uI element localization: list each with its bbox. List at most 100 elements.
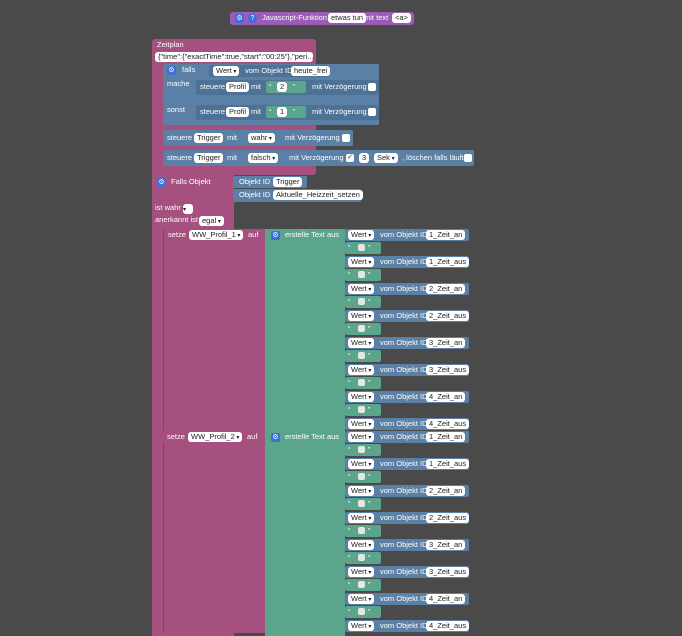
set-variable-block-2[interactable]: setze WW_Profil_2 auf xyxy=(163,431,267,443)
clear-running-checkbox[interactable] xyxy=(464,154,472,162)
object-value-block[interactable]: Wert vom Objekt ID 4_Zeit_an xyxy=(345,593,469,605)
empty-text-block[interactable]: “ ” xyxy=(345,404,381,416)
object-id-field[interactable]: 2_Zeit_aus xyxy=(426,513,470,523)
object-value-block[interactable]: Wert vom Objekt ID 3_Zeit_aus xyxy=(345,364,470,376)
control-trigger-false-block[interactable]: steuere Trigger mit falsch mit Verzögeru… xyxy=(163,150,474,166)
object-value-block[interactable]: Wert vom Objekt ID 4_Zeit_aus xyxy=(345,620,470,632)
object-id-field[interactable]: 2_Zeit_an xyxy=(426,284,466,294)
object-id-field[interactable]: 3_Zeit_an xyxy=(426,338,466,348)
object-id-trigger-block[interactable]: Objekt ID Trigger xyxy=(233,176,307,188)
object-id-heating-block[interactable]: Objekt ID Aktuelle_Heizzeit_setzen xyxy=(233,189,363,202)
object-id-field[interactable]: 3_Zeit_aus xyxy=(426,365,470,375)
object-id-field[interactable]: 3_Zeit_aus xyxy=(426,567,470,577)
value-dropdown[interactable]: Wert xyxy=(348,567,375,577)
object-value-block[interactable]: Wert vom Objekt ID 3_Zeit_an xyxy=(345,337,469,349)
is-true-dropdown[interactable] xyxy=(183,204,193,214)
variable-dropdown[interactable]: WW_Profil_2 xyxy=(188,432,243,442)
object-id-field[interactable]: 2_Zeit_an xyxy=(426,486,466,496)
object-value-block[interactable]: Wert vom Objekt ID 4_Zeit_aus xyxy=(345,418,470,430)
empty-text-block[interactable]: “ ” xyxy=(345,296,381,308)
object-id-field[interactable]: 4_Zeit_an xyxy=(426,594,466,604)
delay-checkbox[interactable] xyxy=(368,108,376,116)
variable-dropdown[interactable]: WW_Profil_1 xyxy=(189,230,244,240)
value-dropdown[interactable]: Wert xyxy=(348,594,375,604)
object-value-block[interactable]: Wert vom Objekt ID 2_Zeit_aus xyxy=(345,512,470,524)
text-field[interactable] xyxy=(358,406,365,413)
control-trigger-true-block[interactable]: steuere Trigger mit wahr mit Verzögerung xyxy=(163,130,353,146)
object-value-block[interactable]: Wert vom Objekt ID 4_Zeit_an xyxy=(345,391,469,403)
trigger-field[interactable]: Trigger xyxy=(194,153,224,163)
empty-text-block[interactable]: “ ” xyxy=(345,269,381,281)
function-name-field[interactable]: etwas tun xyxy=(328,13,367,23)
empty-text-block[interactable]: “ ” xyxy=(345,552,381,564)
text-field[interactable] xyxy=(358,244,365,251)
text-field[interactable] xyxy=(358,581,365,588)
object-value-block[interactable]: Wert vom Objekt ID 1_Zeit_aus xyxy=(345,458,470,470)
object-id-field[interactable]: 3_Zeit_an xyxy=(426,540,466,550)
text-field[interactable] xyxy=(358,527,365,534)
object-value-block[interactable]: Wert vom Objekt ID 3_Zeit_an xyxy=(345,539,469,551)
condition-block[interactable]: Wert vom Objekt ID heute_frei xyxy=(209,65,331,77)
text-field[interactable] xyxy=(358,271,365,278)
trigger-field[interactable]: Trigger xyxy=(194,133,224,143)
text-field[interactable] xyxy=(358,554,365,561)
value-dropdown[interactable]: Wert xyxy=(348,392,375,402)
empty-text-block[interactable]: “ ” xyxy=(345,444,381,456)
value-dropdown[interactable]: Wert xyxy=(348,419,375,429)
empty-text-block[interactable]: “ ” xyxy=(345,606,381,618)
acknowledged-dropdown[interactable]: egal xyxy=(199,216,224,226)
create-text-block-2[interactable]: ⚙ erstelle Text aus xyxy=(265,431,345,636)
text-field[interactable] xyxy=(358,352,365,359)
empty-text-block[interactable]: “ ” xyxy=(345,350,381,362)
object-id-field[interactable]: 4_Zeit_aus xyxy=(426,419,470,429)
empty-text-block[interactable]: “ ” xyxy=(345,377,381,389)
empty-text-block[interactable]: “ ” xyxy=(345,498,381,510)
text-field[interactable] xyxy=(358,379,365,386)
empty-text-block[interactable]: “ ” xyxy=(345,525,381,537)
delay-checkbox[interactable]: ✓ xyxy=(346,154,354,162)
help-icon[interactable]: ? xyxy=(248,14,257,23)
value-dropdown[interactable]: Wert xyxy=(348,459,375,469)
empty-text-block[interactable]: “ ” xyxy=(345,471,381,483)
value-dropdown[interactable]: Wert xyxy=(348,621,375,631)
empty-text-block[interactable]: “ ” xyxy=(345,579,381,591)
gear-icon[interactable]: ⚙ xyxy=(271,231,280,240)
value-dropdown[interactable]: Wert xyxy=(348,311,375,321)
object-id-field[interactable]: Trigger xyxy=(273,177,303,187)
bool-dropdown[interactable]: falsch xyxy=(248,153,279,163)
value-dropdown[interactable]: Wert xyxy=(348,338,375,348)
empty-text-block[interactable]: “ ” xyxy=(345,242,381,254)
bool-dropdown[interactable]: wahr xyxy=(248,133,275,143)
value-dropdown[interactable]: Wert xyxy=(348,284,375,294)
object-value-block[interactable]: Wert vom Objekt ID 1_Zeit_an xyxy=(345,431,469,443)
text-field[interactable] xyxy=(358,608,365,615)
value-dropdown[interactable]: Wert xyxy=(348,540,375,550)
object-value-block[interactable]: Wert vom Objekt ID 1_Zeit_aus xyxy=(345,256,470,268)
object-value-block[interactable]: Wert vom Objekt ID 2_Zeit_an xyxy=(345,485,469,497)
delay-unit-dropdown[interactable]: Sek xyxy=(374,153,398,163)
empty-text-block[interactable]: “ ” xyxy=(345,323,381,335)
text-field[interactable] xyxy=(358,298,365,305)
delay-checkbox[interactable] xyxy=(368,83,376,91)
delay-checkbox[interactable] xyxy=(342,134,350,142)
value-dropdown[interactable]: Wert xyxy=(348,486,375,496)
param-field[interactable]: <a> xyxy=(392,13,411,23)
text-field[interactable] xyxy=(358,325,365,332)
delay-amount-field[interactable]: 3 xyxy=(359,153,370,163)
value-dropdown[interactable]: Wert xyxy=(213,66,240,76)
object-id-field[interactable]: 4_Zeit_aus xyxy=(426,621,470,631)
create-text-block-1[interactable]: ⚙ erstelle Text aus xyxy=(265,229,345,431)
function-definition-block[interactable]: ⚙ ? Javascript-Funktion etwas tun mit te… xyxy=(230,12,414,25)
value-dropdown[interactable]: Wert xyxy=(348,432,375,442)
gear-icon[interactable]: ⚙ xyxy=(157,178,166,187)
object-id-field[interactable]: 1_Zeit_an xyxy=(426,432,466,442)
value-dropdown[interactable]: Wert xyxy=(348,257,375,267)
value-dropdown[interactable]: Wert xyxy=(348,230,375,240)
text-value-field[interactable]: 2 xyxy=(277,82,288,92)
if-block[interactable]: ⚙ falls Wert vom Objekt ID heute_frei ma… xyxy=(163,64,379,125)
text-block[interactable]: “ 2 ” xyxy=(266,81,306,93)
text-block[interactable]: “ 1 ” xyxy=(266,106,306,118)
profile-field[interactable]: Profil xyxy=(226,107,250,117)
text-value-field[interactable]: 1 xyxy=(277,107,288,117)
text-field[interactable] xyxy=(358,473,365,480)
